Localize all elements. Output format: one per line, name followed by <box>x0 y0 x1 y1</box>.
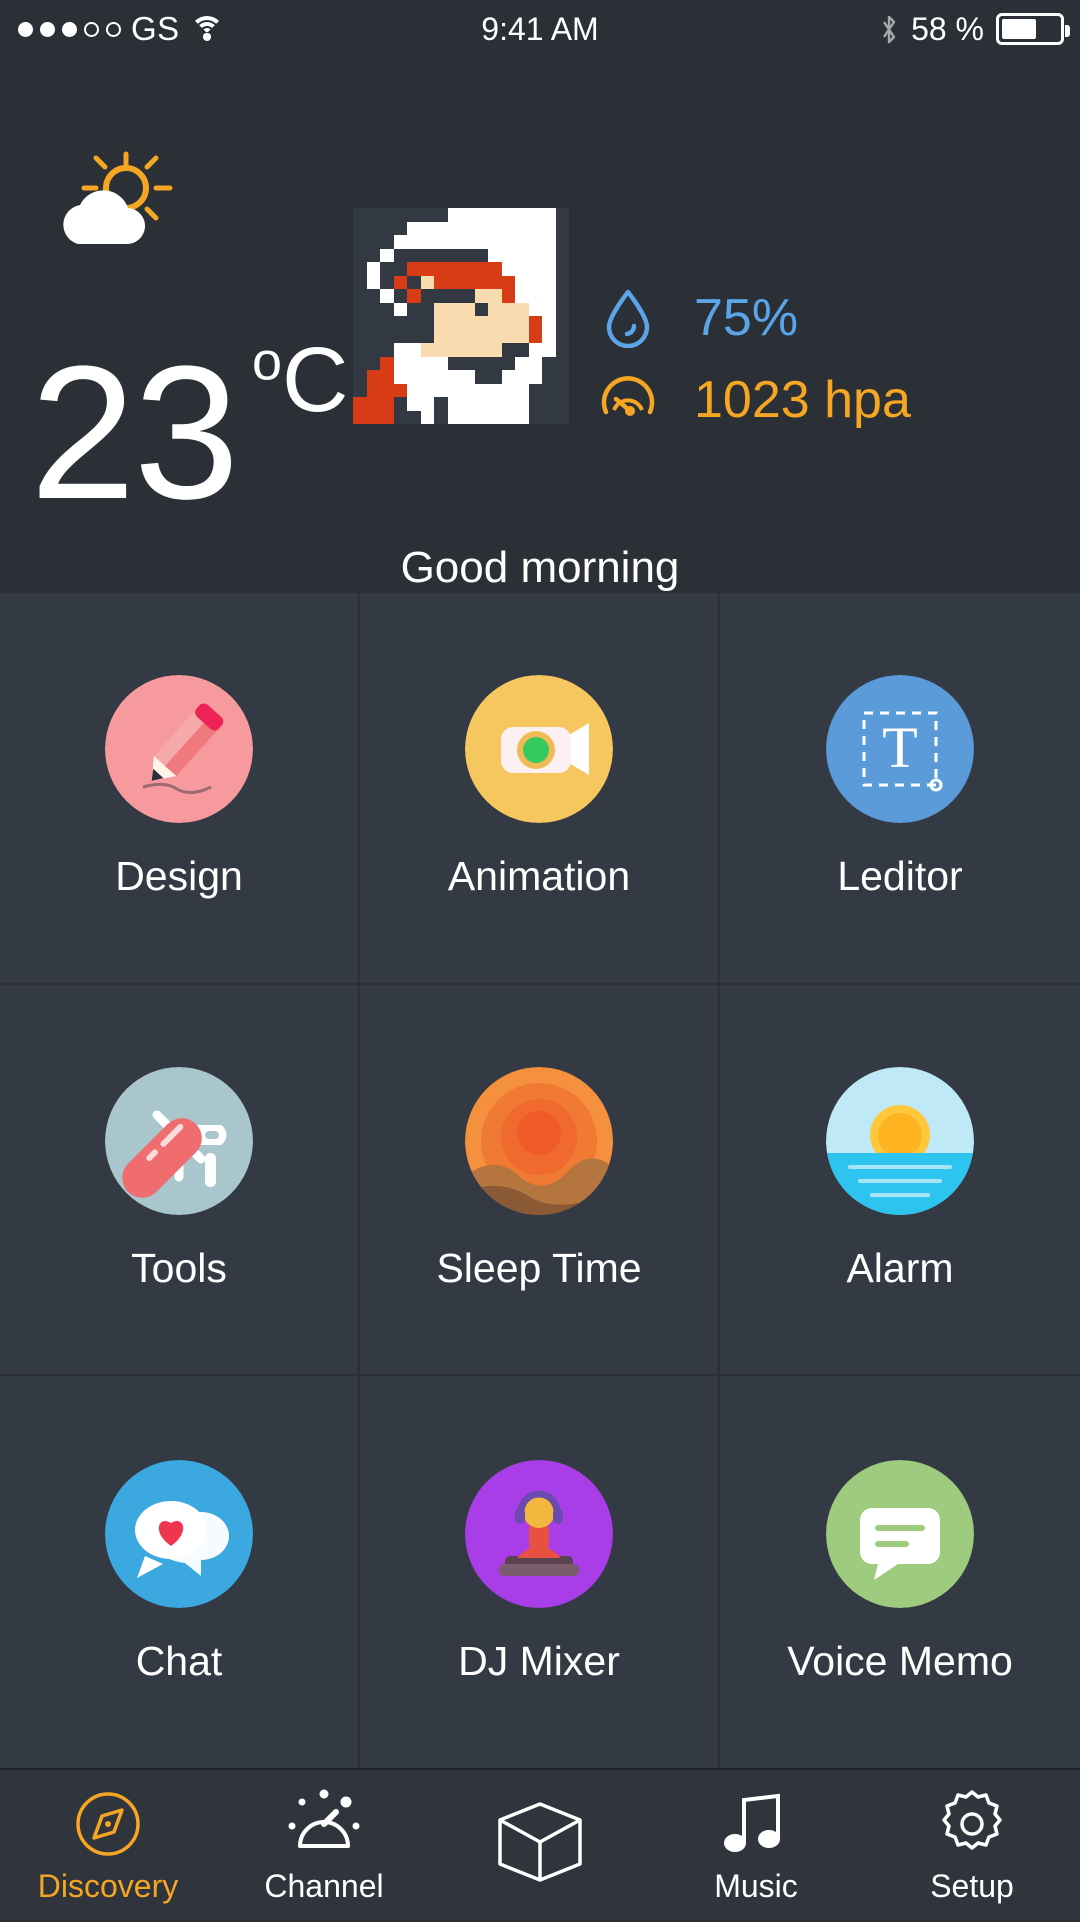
cube-icon[interactable] <box>494 1802 586 1882</box>
tab-setup[interactable]: Setup <box>864 1770 1080 1922</box>
chat-heart-icon[interactable] <box>105 1459 253 1608</box>
bottom-tab-bar: Discovery Channel Music Setup <box>0 1768 1080 1920</box>
unit-letter: C <box>282 329 349 431</box>
status-bar: GS 9:41 AM 58 % <box>0 0 1080 58</box>
pressure-stat: 1023 hpa <box>600 370 911 430</box>
app-cell-dj-mixer[interactable]: DJ Mixer <box>360 1376 720 1768</box>
battery-icon <box>996 13 1070 45</box>
humidity-value: 75% <box>694 289 799 347</box>
tab-label: Setup <box>930 1867 1014 1904</box>
status-bar-right: 58 % <box>879 10 1070 48</box>
greeting-text: Good morning <box>400 543 680 592</box>
app-cell-sleep-time[interactable]: Sleep Time <box>360 984 720 1377</box>
tab-music[interactable]: Music <box>648 1770 864 1922</box>
app-cell-design[interactable]: Design <box>0 593 360 985</box>
app-cell-leditor[interactable]: T Leditor <box>720 593 1080 985</box>
app-label: Leditor <box>837 853 963 900</box>
sun-behind-cloud-icon <box>48 148 178 258</box>
gear-icon[interactable] <box>936 1788 1008 1860</box>
degree-symbol: o <box>252 331 283 392</box>
pocket-knife-icon[interactable] <box>105 1066 253 1215</box>
app-cell-alarm[interactable]: Alarm <box>720 985 1080 1377</box>
app-cell-animation[interactable]: Animation <box>360 593 720 985</box>
pressure-value: 1023 hpa <box>694 371 911 429</box>
app-label: DJ Mixer <box>458 1637 620 1684</box>
compass-icon[interactable] <box>74 1788 142 1860</box>
temperature-unit: oC <box>252 328 349 433</box>
avatar <box>353 208 569 424</box>
water-drop-icon <box>600 289 656 348</box>
battery-percent-label: 58 % <box>911 10 984 47</box>
speech-bubble-icon[interactable] <box>826 1459 974 1608</box>
app-grid: Design Animation T Leditor Tools Sleep T… <box>0 593 1080 1768</box>
app-cell-tools[interactable]: Tools <box>0 984 360 1377</box>
pencil-icon[interactable] <box>105 675 253 824</box>
tab-label: Music <box>714 1867 798 1904</box>
weather-panel: 23 oC Good morning 75% 1023 hpa <box>0 58 1080 593</box>
app-label: Animation <box>447 853 631 900</box>
app-cell-chat[interactable]: Chat <box>0 1376 360 1768</box>
app-label: Tools <box>131 1244 227 1291</box>
tab-discovery[interactable]: Discovery <box>0 1770 216 1922</box>
gauge-icon <box>600 372 656 428</box>
video-camera-icon[interactable] <box>465 675 613 824</box>
text-tool-icon[interactable]: T <box>826 675 974 824</box>
app-label: Voice Memo <box>787 1637 1013 1684</box>
phone-screen: GS 9:41 AM 58 % 23 oC Good morning 75% 1… <box>0 0 1080 1920</box>
app-label: Design <box>115 853 243 900</box>
tab-label: Discovery <box>37 1867 179 1904</box>
app-label: Chat <box>135 1637 223 1684</box>
tab-cube[interactable] <box>432 1770 648 1922</box>
tab-channel[interactable]: Channel <box>216 1770 432 1922</box>
sunrise-sea-icon[interactable] <box>826 1066 974 1215</box>
app-label: Alarm <box>846 1244 954 1291</box>
app-cell-voice-memo[interactable]: Voice Memo <box>720 1376 1080 1768</box>
humidity-stat: 75% <box>600 288 911 348</box>
music-note-icon[interactable] <box>720 1788 792 1860</box>
dial-knob-icon[interactable] <box>284 1788 364 1860</box>
temperature-value: 23 <box>30 327 239 539</box>
tab-label: Channel <box>264 1867 384 1904</box>
weather-stats: 75% 1023 hpa <box>600 288 911 430</box>
sunset-dune-icon[interactable] <box>465 1066 613 1215</box>
svg-text:T: T <box>882 715 917 780</box>
bluetooth-icon <box>879 13 899 45</box>
app-label: Sleep Time <box>436 1244 642 1291</box>
dj-turntable-icon[interactable] <box>465 1459 613 1608</box>
